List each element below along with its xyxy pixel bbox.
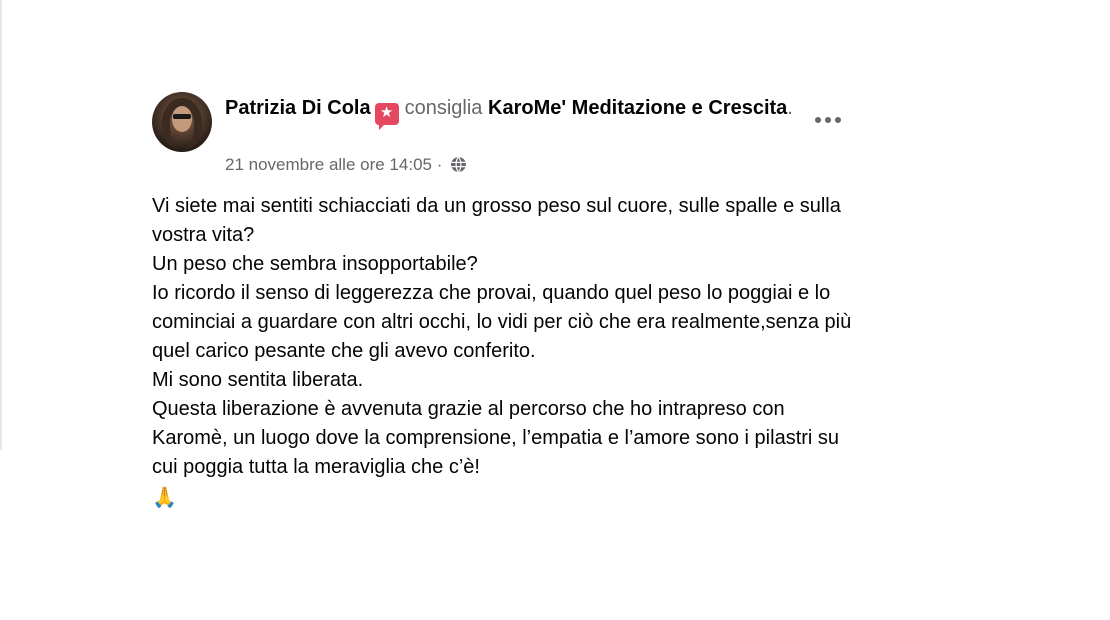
post-paragraph: Vi siete mai sentiti schiacciati da un g…: [152, 195, 841, 246]
avatar-glasses: [173, 114, 191, 119]
author-avatar[interactable]: [152, 92, 212, 152]
post-paragraph: Un peso che sembra insopportabile?: [152, 253, 478, 275]
more-options-button[interactable]: [810, 106, 846, 134]
globe-icon[interactable]: [450, 156, 467, 180]
page: Patrizia Di Cola ★ consiglia KaroMe' Medit…: [0, 0, 1110, 620]
meta-separator: ·: [436, 155, 443, 174]
post-timestamp-link[interactable]: 21 novembre alle ore 14:05: [225, 155, 432, 174]
more-dot-icon: [815, 117, 821, 123]
post-header: Patrizia Di Cola ★ consiglia KaroMe' Medit…: [225, 94, 795, 130]
post-paragraph: Mi sono sentita liberata.: [152, 369, 364, 391]
praying-hands-emoji: 🙏: [152, 487, 177, 509]
header-period: .: [787, 97, 793, 119]
author-name-link[interactable]: Patrizia Di Cola: [225, 97, 371, 119]
post-meta: 21 novembre alle ore 14:05 ·: [225, 153, 467, 180]
recommendation-star-icon: ★: [374, 103, 399, 130]
action-verb: consiglia: [404, 97, 483, 119]
post-paragraph: Questa liberazione è avvenuta grazie al …: [152, 398, 840, 478]
page-name-link[interactable]: KaroMe' Meditazione e Crescita: [488, 97, 787, 119]
more-dot-icon: [835, 117, 841, 123]
more-dot-icon: [825, 117, 831, 123]
avatar-face: [172, 106, 192, 132]
post-paragraph: Io ricordo il senso di leggerezza che pr…: [152, 282, 852, 362]
left-divider: [0, 0, 2, 450]
post-body: Vi siete mai sentiti schiacciati da un g…: [152, 192, 862, 514]
